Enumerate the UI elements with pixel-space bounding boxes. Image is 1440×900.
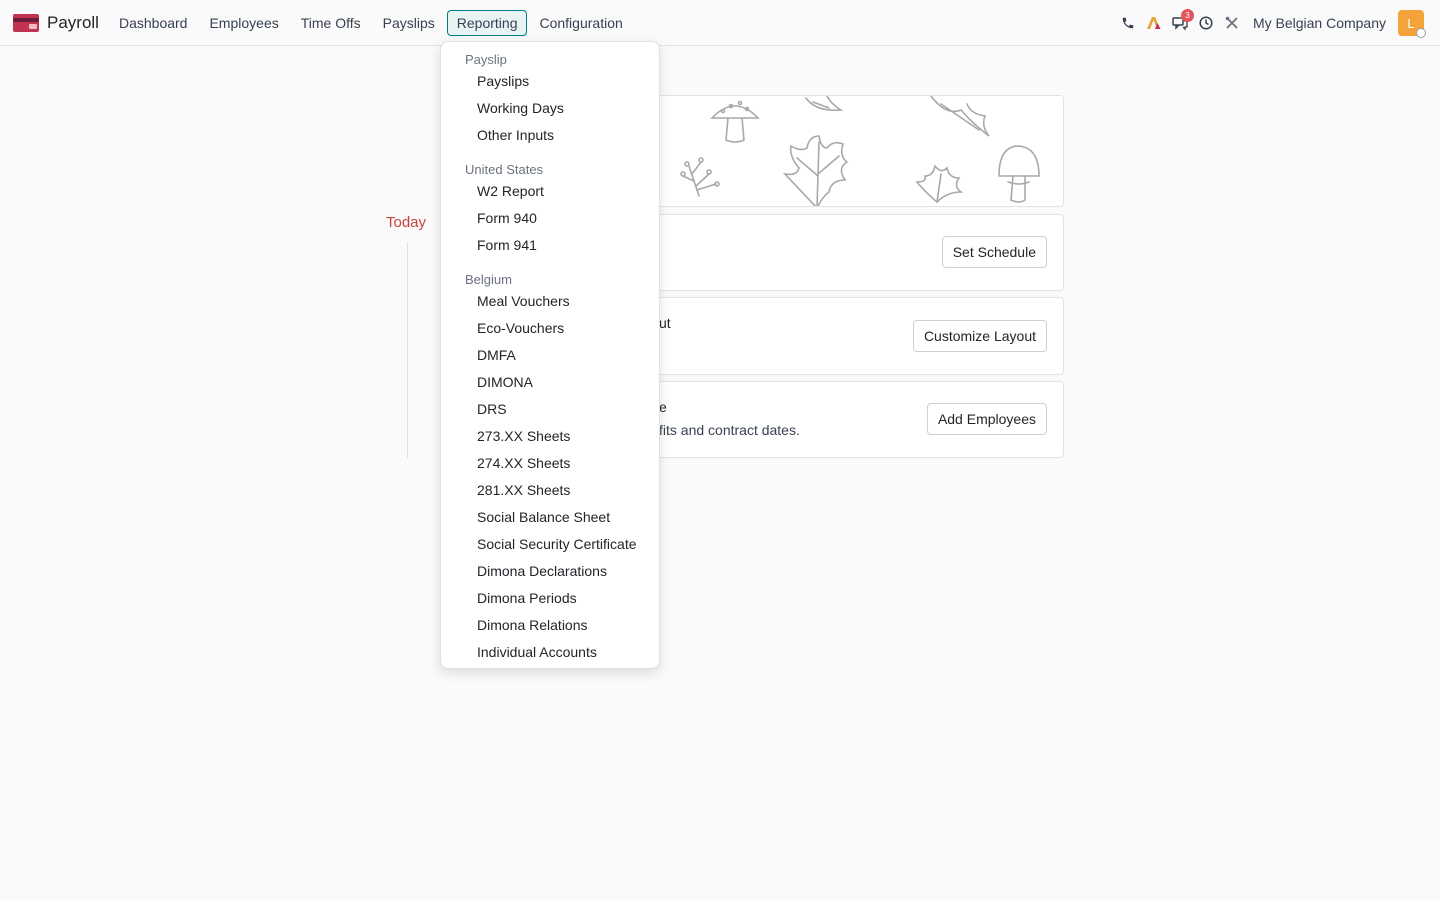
dropdown-item-281-sheets[interactable]: 281.XX Sheets <box>441 477 659 504</box>
dropdown-item-payslips[interactable]: Payslips <box>441 68 659 95</box>
dropdown-item-dimona-periods[interactable]: Dimona Periods <box>441 585 659 612</box>
user-avatar[interactable]: L <box>1398 10 1426 38</box>
dropdown-item-individual-accounts[interactable]: Individual Accounts <box>441 639 659 666</box>
app-brand[interactable]: Payroll <box>13 13 99 33</box>
dropdown-item-working-days[interactable]: Working Days <box>441 95 659 122</box>
set-schedule-button[interactable]: Set Schedule <box>941 236 1047 268</box>
dropdown-section-belgium: Belgium <box>465 272 512 287</box>
dropdown-gap <box>441 259 659 272</box>
presence-status-icon <box>1416 28 1426 38</box>
add-employees-button[interactable]: Add Employees <box>926 403 1047 435</box>
step-employees-text: e <box>659 399 667 415</box>
company-switcher[interactable]: My Belgian Company <box>1253 15 1386 31</box>
dropdown-item-273-sheets[interactable]: 273.XX Sheets <box>441 423 659 450</box>
dropdown-item-dimona[interactable]: DIMONA <box>441 369 659 396</box>
dropdown-gap <box>441 149 659 162</box>
menu-payslips[interactable]: Payslips <box>373 10 445 36</box>
step-layout-text: ut <box>659 315 671 331</box>
menu-employees[interactable]: Employees <box>199 10 288 36</box>
avatar-letter: L <box>1407 15 1415 31</box>
ai-icon[interactable] <box>1141 11 1167 35</box>
messages-icon[interactable]: 3 <box>1167 9 1194 35</box>
menu-time-offs[interactable]: Time Offs <box>291 10 371 36</box>
dropdown-item-other-inputs[interactable]: Other Inputs <box>441 122 659 149</box>
customize-layout-button[interactable]: Customize Layout <box>912 320 1047 352</box>
dropdown-section-payslip: Payslip <box>465 52 507 67</box>
timeline-line <box>407 242 408 458</box>
dropdown-item-dimona-declarations[interactable]: Dimona Declarations <box>441 558 659 585</box>
onboarding-step-schedule: Set Schedule <box>600 214 1064 291</box>
phone-icon[interactable] <box>1115 11 1141 35</box>
menu-configuration[interactable]: Configuration <box>529 10 632 36</box>
dropdown-item-drs[interactable]: DRS <box>441 396 659 423</box>
menu-reporting[interactable]: Reporting <box>446 9 528 36</box>
dropdown-item-meal-vouchers[interactable]: Meal Vouchers <box>441 288 659 315</box>
dropdown-item-social-security-certificate[interactable]: Social Security Certificate <box>441 531 659 558</box>
dropdown-item-social-balance-sheet[interactable]: Social Balance Sheet <box>441 504 659 531</box>
top-navbar: Payroll Dashboard Employees Time Offs Pa… <box>0 0 1440 46</box>
dropdown-item-form-940[interactable]: Form 940 <box>441 205 659 232</box>
payroll-app-icon <box>13 13 39 32</box>
systray: 3 My Belgian Company L <box>1115 0 1426 46</box>
reporting-dropdown-menu: Payslip Payslips Working Days Other Inpu… <box>440 41 660 669</box>
dropdown-item-dimona-relations[interactable]: Dimona Relations <box>441 612 659 639</box>
clock-icon[interactable] <box>1193 11 1219 35</box>
onboarding-banner <box>600 95 1064 207</box>
menu-dashboard[interactable]: Dashboard <box>109 10 198 36</box>
today-label: Today <box>386 214 427 231</box>
autumn-decoration-illustration <box>680 96 1040 206</box>
step-employees-subtext: fits and contract dates. <box>659 422 800 438</box>
app-name: Payroll <box>47 12 99 32</box>
dropdown-item-eco-vouchers[interactable]: Eco-Vouchers <box>441 315 659 342</box>
dropdown-item-274-sheets[interactable]: 274.XX Sheets <box>441 450 659 477</box>
tools-icon[interactable] <box>1219 11 1245 35</box>
onboarding-step-layout: ut Customize Layout <box>600 297 1064 375</box>
dropdown-section-united-states: United States <box>465 162 544 177</box>
onboarding-step-employees: e fits and contract dates. Add Employees <box>600 381 1064 458</box>
dropdown-item-w2-report[interactable]: W2 Report <box>441 178 659 205</box>
dropdown-item-form-941[interactable]: Form 941 <box>441 232 659 259</box>
dropdown-item-dmfa[interactable]: DMFA <box>441 342 659 369</box>
